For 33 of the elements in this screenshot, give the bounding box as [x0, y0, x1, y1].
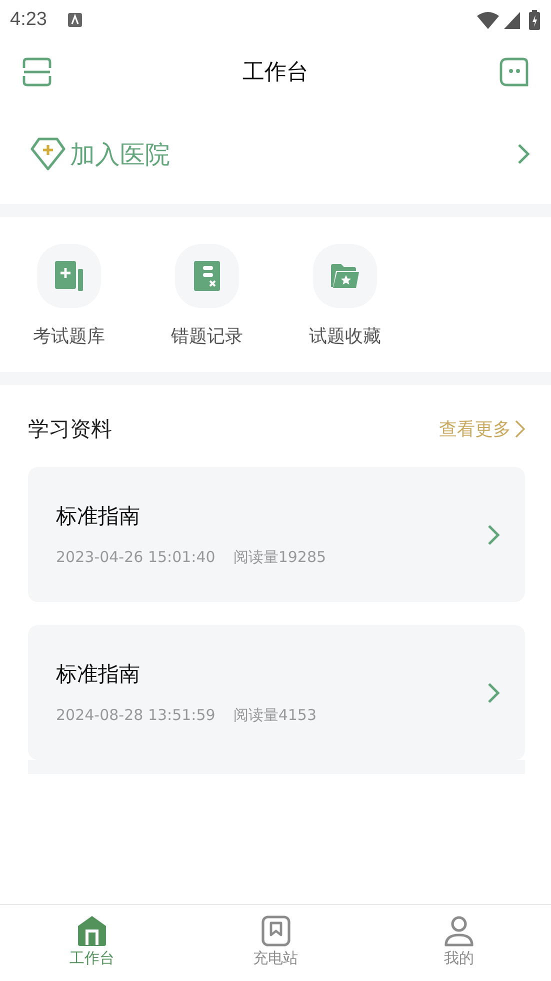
shortcut-button[interactable]: 试题收藏	[276, 244, 414, 348]
user-icon	[444, 915, 474, 947]
signal-icon	[503, 11, 521, 29]
article-card[interactable]: 标准指南 2023-04-26 15:01:40 阅读量19285	[28, 467, 525, 602]
chevron-right-icon	[517, 143, 531, 165]
article-date: 2024-08-28 13:51:59	[56, 706, 216, 725]
notification-icon	[66, 12, 83, 28]
chevron-right-icon	[487, 682, 501, 704]
document-cross-icon	[194, 261, 220, 291]
status-time: 4:23	[10, 9, 47, 31]
folder-star-icon	[330, 263, 360, 289]
page-title: 工作台	[242, 59, 308, 87]
article-title: 标准指南	[56, 503, 141, 530]
scan-icon[interactable]	[22, 57, 52, 87]
read-count: 阅读量4153	[233, 706, 316, 725]
section-title: 学习资料	[28, 416, 112, 443]
battery-icon	[529, 10, 541, 30]
wifi-icon	[476, 11, 500, 29]
join-hospital-label: 加入医院	[70, 138, 171, 170]
bookmark-icon	[260, 915, 290, 947]
article-title: 标准指南	[56, 661, 141, 688]
article-card[interactable]: 标准指南 2024-08-28 13:51:59 阅读量4153	[28, 625, 525, 760]
chevron-right-icon	[487, 524, 501, 546]
document-plus-icon	[55, 261, 83, 291]
shortcut-button[interactable]: 考试题库	[0, 244, 138, 348]
read-count: 阅读量19285	[233, 548, 326, 567]
shortcut-button[interactable]: 错题记录	[138, 244, 276, 348]
diamond-plus-icon	[30, 136, 66, 172]
article-date: 2023-04-26 15:01:40	[56, 548, 216, 567]
chat-icon[interactable]	[499, 57, 529, 87]
chevron-right-icon	[515, 420, 525, 438]
nav-tab[interactable]: 工作台	[0, 905, 184, 981]
home-icon	[76, 915, 107, 947]
